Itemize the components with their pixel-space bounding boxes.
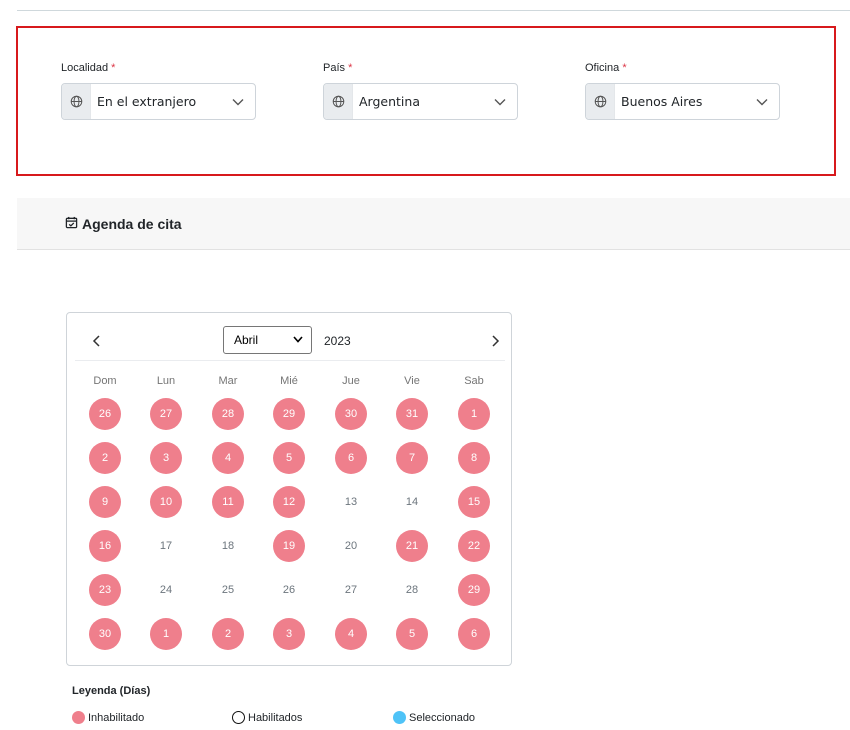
chevron-left-icon [92,335,100,347]
country-select[interactable]: Argentina [323,83,518,120]
calendar-day-disabled: 30 [335,398,367,430]
globe-icon [324,84,353,119]
month-value: Abril [234,333,259,347]
calendar-day-disabled: 29 [273,398,305,430]
calendar-day-enabled[interactable]: 26 [273,574,305,606]
calendar-navigation: Abril 2023 [75,321,505,361]
chevron-down-icon [745,98,779,106]
calendar-day-disabled: 28 [212,398,244,430]
agenda-title-text: Agenda de cita [82,216,182,232]
locality-label-text: Localidad [61,62,109,74]
country-field: País * Argentina [323,62,518,120]
calendar-day-disabled: 15 [458,486,490,518]
calendar-day-disabled: 6 [335,442,367,474]
appointment-calendar: Abril 2023 Dom Lun Mar Mié Jue Vie Sab 2… [66,312,512,666]
legend-label: Seleccionado [409,711,476,724]
locality-value: En el extranjero [97,94,197,109]
calendar-day-disabled: 4 [335,618,367,650]
calendar-day-disabled: 29 [458,574,490,606]
calendar-day-enabled[interactable]: 18 [212,530,244,562]
country-label-text: País [323,62,346,74]
top-divider [17,10,850,11]
calendar-day-disabled: 1 [150,618,182,650]
calendar-day-disabled: 6 [458,618,490,650]
country-value: Argentina [359,94,420,109]
calendar-day-disabled: 8 [458,442,490,474]
required-mark: * [111,62,116,74]
legend-swatch-disabled [72,711,85,724]
calendar-day-disabled: 21 [396,530,428,562]
chevron-down-icon [221,98,255,106]
calendar-check-icon [65,216,78,232]
legend-swatch-enabled [232,711,245,724]
legend-label: Habilitados [248,711,303,724]
calendar-day-disabled: 26 [89,398,121,430]
weekday-label: Sab [464,375,484,387]
weekday-label: Mar [218,375,238,387]
calendar-day-disabled: 5 [396,618,428,650]
previous-month-button[interactable] [89,333,105,349]
agenda-header: Agenda de cita [17,198,850,250]
globe-icon [62,84,91,119]
chevron-down-icon [293,336,303,343]
calendar-day-disabled: 31 [396,398,428,430]
weekday-label: Vie [404,375,420,387]
calendar-day-enabled[interactable]: 25 [212,574,244,606]
calendar-day-enabled[interactable]: 20 [335,530,367,562]
agenda-title: Agenda de cita [65,216,182,232]
weekday-label: Lun [156,375,176,387]
calendar-day-enabled[interactable]: 14 [396,486,428,518]
locality-field: Localidad * En el extranjero [61,62,256,120]
calendar-day-disabled: 4 [212,442,244,474]
calendar-day-disabled: 12 [273,486,305,518]
office-selection-panel: Localidad * En el extranjero País * Arge… [16,26,836,176]
calendar-day-disabled: 19 [273,530,305,562]
calendar-day-disabled: 7 [396,442,428,474]
legend-item-disabled: Inhabilitado [72,711,144,724]
calendar-day-disabled: 3 [273,618,305,650]
office-label-text: Oficina [585,62,620,74]
calendar-day-enabled[interactable]: 27 [335,574,367,606]
legend-swatch-selected [393,711,406,724]
locality-label: Localidad * [61,62,256,74]
locality-select[interactable]: En el extranjero [61,83,256,120]
calendar-day-disabled: 22 [458,530,490,562]
year-label: 2023 [324,334,351,348]
calendar-day-enabled[interactable]: 24 [150,574,182,606]
calendar-day-disabled: 23 [89,574,121,606]
calendar-day-disabled: 2 [212,618,244,650]
required-mark: * [622,62,627,74]
weekday-label: Jue [342,375,360,387]
calendar-day-disabled: 11 [212,486,244,518]
calendar-day-disabled: 9 [89,486,121,518]
required-mark: * [348,62,353,74]
calendar-day-disabled: 3 [150,442,182,474]
legend-label: Inhabilitado [88,711,145,724]
office-label: Oficina * [585,62,780,74]
calendar-day-disabled: 30 [89,618,121,650]
legend-item-selected: Seleccionado [393,711,475,724]
calendar-day-enabled[interactable]: 28 [396,574,428,606]
weekday-label: Mié [280,375,298,387]
month-select[interactable]: Abril [223,326,312,354]
office-field: Oficina * Buenos Aires [585,62,780,120]
weekday-label: Dom [93,375,117,387]
globe-icon [586,84,615,119]
calendar-day-disabled: 16 [89,530,121,562]
chevron-right-icon [492,335,500,347]
legend-item-enabled: Habilitados [232,711,302,724]
calendar-day-disabled: 10 [150,486,182,518]
next-month-button[interactable] [487,333,503,349]
office-value: Buenos Aires [621,94,703,109]
calendar-day-disabled: 1 [458,398,490,430]
calendar-day-disabled: 5 [273,442,305,474]
calendar-day-enabled[interactable]: 17 [150,530,182,562]
office-select[interactable]: Buenos Aires [585,83,780,120]
calendar-day-enabled[interactable]: 13 [335,486,367,518]
chevron-down-icon [483,98,517,106]
calendar-day-disabled: 27 [150,398,182,430]
country-label: País * [323,62,518,74]
legend-title: Leyenda (Días) [72,685,151,697]
calendar-day-disabled: 2 [89,442,121,474]
